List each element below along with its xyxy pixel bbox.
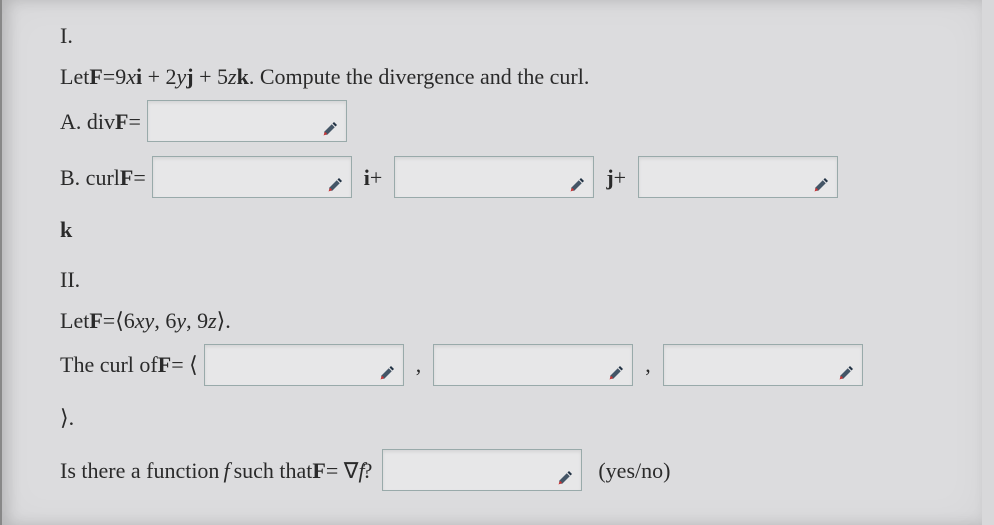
qmark: ? — [363, 453, 373, 488]
dot: . — [225, 303, 231, 338]
part1-heading-row: I. — [60, 18, 964, 53]
gradient-question-row: Is there a function f such that F = ∇f ?… — [60, 449, 964, 491]
vector-F: F — [89, 59, 102, 94]
curl-k-input[interactable] — [638, 156, 838, 198]
vector-F-2: F — [89, 303, 102, 338]
k-row: k — [60, 212, 964, 247]
expr-9xi: 9xi + 2yj + 5zk — [115, 59, 249, 94]
equals: = — [103, 59, 115, 94]
vector-6xy: ⟨6xy, 6y, 9z⟩ — [115, 303, 225, 338]
edit-icon — [838, 356, 856, 374]
curl2-comp2-input[interactable] — [433, 344, 633, 386]
grad-eq: = ∇f — [326, 453, 363, 488]
edit-icon — [569, 168, 587, 186]
k-label: k — [60, 212, 72, 247]
compute-text: . Compute the divergence and the curl. — [249, 59, 589, 94]
part2-statement: Let F = ⟨6xy, 6y, 9z⟩ . — [60, 303, 964, 338]
div-label-A: A. div — [60, 104, 115, 139]
curl2-comp1-input[interactable] — [204, 344, 404, 386]
close-angle: ⟩. — [60, 400, 74, 435]
curl-eq-2: = ⟨ — [171, 347, 198, 382]
div-F: F — [115, 104, 128, 139]
part1-statement: Let F = 9xi + 2yj + 5zk . Compute the di… — [60, 59, 964, 94]
edit-icon — [327, 168, 345, 186]
F-grad: F — [312, 453, 325, 488]
close-angle-row: ⟩. — [60, 400, 964, 435]
curl-label-B: B. curl — [60, 160, 120, 195]
part2-heading: II. — [60, 262, 80, 297]
curl-j-input[interactable] — [394, 156, 594, 198]
edit-icon — [557, 461, 575, 479]
problem-page: I. Let F = 9xi + 2yj + 5zk . Compute the… — [0, 0, 982, 525]
part1-A-row: A. div F = — [60, 100, 964, 142]
i-plus: i+ — [364, 160, 383, 195]
q-prefix: Is there a function — [60, 453, 219, 488]
part2-curl-row: The curl of F = ⟨ , , — [60, 344, 964, 386]
comma-2: , — [645, 347, 651, 382]
curl-F: F — [120, 160, 133, 195]
edit-icon — [379, 356, 397, 374]
part1-B-row: B. curl F = i+ j+ — [60, 156, 964, 198]
div-eq: = — [128, 104, 140, 139]
comma-1: , — [416, 347, 422, 382]
curl-F-2: F — [158, 347, 171, 382]
edit-icon — [322, 112, 340, 130]
let-text: Let — [60, 59, 89, 94]
edit-icon — [813, 168, 831, 186]
part1-heading: I. — [60, 18, 73, 53]
q-mid: such that — [234, 453, 313, 488]
let-text-2: Let — [60, 303, 89, 338]
j-plus: j+ — [606, 160, 626, 195]
part2-heading-row: II. — [60, 262, 964, 297]
curl-of-text: The curl of — [60, 347, 158, 382]
curl2-comp3-input[interactable] — [663, 344, 863, 386]
curl-i-input[interactable] — [152, 156, 352, 198]
yesno-hint: (yes/no) — [598, 453, 670, 488]
div-input[interactable] — [147, 100, 347, 142]
curl-eq: = — [133, 160, 145, 195]
edit-icon — [608, 356, 626, 374]
f-symbol: f — [223, 453, 229, 488]
equals-2: = — [103, 303, 115, 338]
yesno-input[interactable] — [382, 449, 582, 491]
